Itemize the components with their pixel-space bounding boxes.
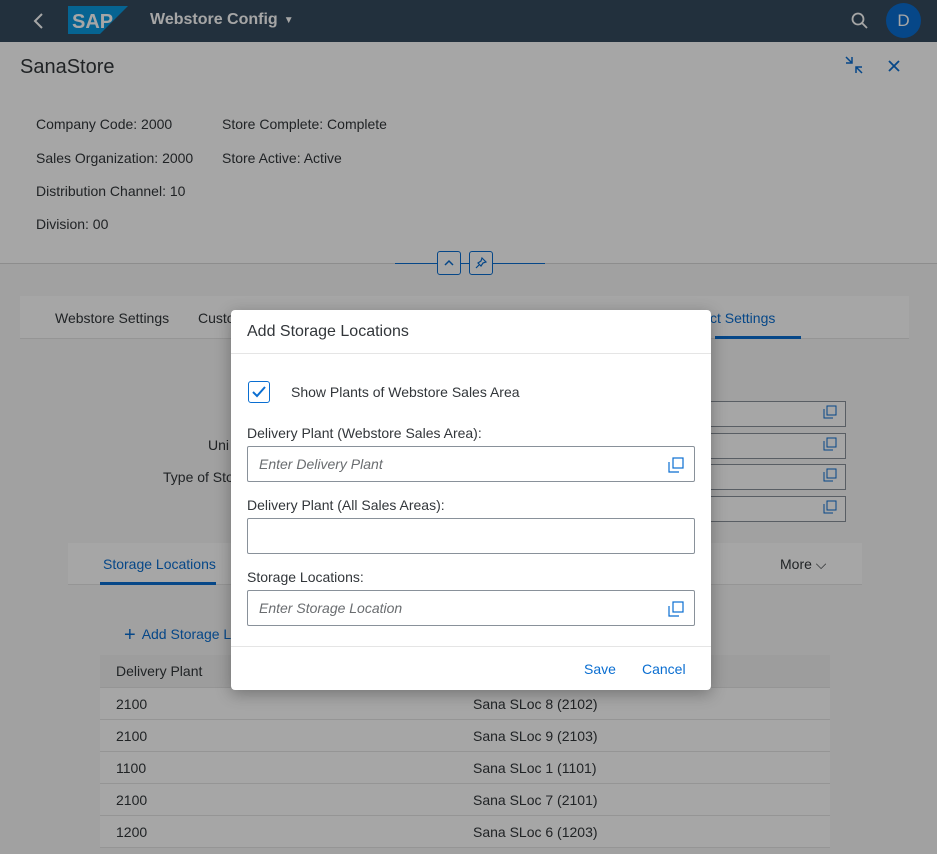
save-button[interactable]: Save bbox=[584, 661, 616, 677]
dialog-footer-divider bbox=[231, 646, 711, 647]
dialog-title: Add Storage Locations bbox=[247, 323, 409, 340]
delivery-plant-all-input[interactable] bbox=[248, 519, 648, 553]
storage-locations-label: Storage Locations: bbox=[247, 569, 364, 585]
cancel-button[interactable]: Cancel bbox=[642, 661, 686, 677]
add-storage-locations-dialog: Add Storage Locations Show Plants of Web… bbox=[231, 310, 711, 690]
storage-locations-field[interactable] bbox=[247, 590, 695, 626]
delivery-plant-input[interactable] bbox=[248, 447, 648, 481]
dialog-header-divider bbox=[231, 353, 711, 354]
delivery-plant-all-areas-field[interactable] bbox=[247, 518, 695, 554]
checkmark-icon bbox=[252, 386, 266, 398]
delivery-plant-all-areas-label: Delivery Plant (All Sales Areas): bbox=[247, 497, 445, 513]
storage-location-input[interactable] bbox=[248, 591, 648, 625]
value-help-icon[interactable] bbox=[668, 601, 684, 617]
checkbox-label: Show Plants of Webstore Sales Area bbox=[291, 384, 520, 400]
show-plants-checkbox[interactable] bbox=[248, 381, 270, 403]
delivery-plant-sales-area-label: Delivery Plant (Webstore Sales Area): bbox=[247, 425, 482, 441]
value-help-icon[interactable] bbox=[668, 457, 684, 473]
delivery-plant-sales-area-field[interactable] bbox=[247, 446, 695, 482]
